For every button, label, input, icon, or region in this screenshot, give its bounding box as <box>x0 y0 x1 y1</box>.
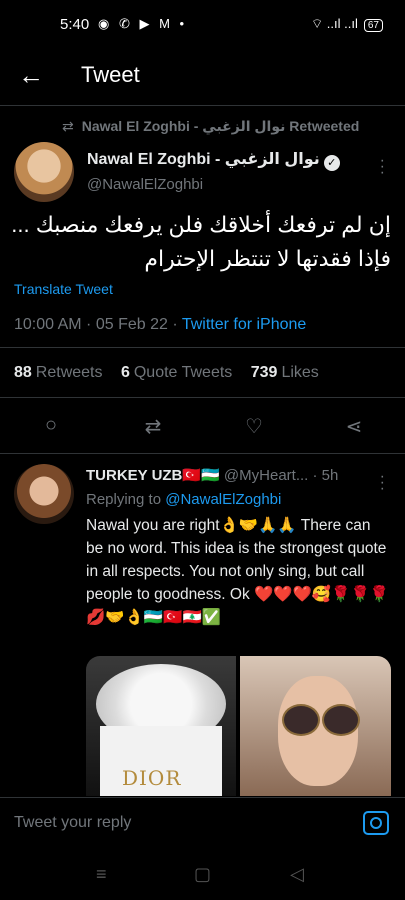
system-navbar: ≡ ▢ ◁ <box>0 850 405 900</box>
reply-author-row[interactable]: TURKEY UZB🇹🇷🇺🇿 @MyHeart... · 5h <box>86 466 338 484</box>
status-bar: 5:40 ◉ ✆ ▶ M • ⌔ ..ıl ..ıl 67 <box>0 0 405 52</box>
reply-avatar[interactable] <box>14 464 74 524</box>
author-name[interactable]: Nawal El Zoghbi - نوال الزغبي <box>87 151 320 168</box>
battery-icon: 67 <box>363 19 383 32</box>
divider <box>0 397 405 398</box>
reply-time: · 5h <box>308 467 339 484</box>
author-avatar[interactable] <box>14 142 74 202</box>
reply-author-name[interactable]: TURKEY UZB🇹🇷🇺🇿 <box>86 467 220 484</box>
translate-tweet-link[interactable]: Translate Tweet <box>14 281 113 297</box>
quote-tweets-count[interactable]: 6 Quote Tweets <box>121 364 232 381</box>
reply-image-flowers[interactable]: DIOR <box>86 656 236 796</box>
top-bar: ← Tweet <box>0 52 405 100</box>
box-logo: DIOR <box>122 766 182 790</box>
reply-author-handle[interactable]: @MyHeart... <box>220 467 308 484</box>
divider <box>0 347 405 348</box>
sunglasses-right <box>322 704 360 736</box>
more-options-icon[interactable]: · · · <box>380 153 385 181</box>
retweets-count[interactable]: 88 Retweets <box>14 364 103 381</box>
tweet-text: إن لم ترفعك أخلاقك فلن يرفعك منصبك ... ف… <box>11 208 391 276</box>
like-icon[interactable]: ♡ <box>242 414 266 438</box>
retweet-icon: ⇄ <box>62 118 74 134</box>
home-icon[interactable]: ▢ <box>194 864 211 885</box>
share-icon[interactable]: ⋖ <box>342 414 366 438</box>
reply-image-portrait[interactable] <box>240 656 391 796</box>
sunglasses-left <box>282 704 320 736</box>
reply-more-options-icon[interactable]: · · · <box>380 469 385 497</box>
tweet-text-line: إن لم ترفعك أخلاقك فلن يرفعك منصبك ... <box>11 212 391 237</box>
page-title: Tweet <box>81 62 140 87</box>
recent-apps-icon[interactable]: ≡ <box>96 864 107 885</box>
verified-icon: ✓ <box>323 155 340 171</box>
nav-back-icon[interactable]: ◁ <box>290 864 304 885</box>
retweet-context: ⇄ Nawal El Zoghbi - نوال الزغبي Retweeted <box>62 118 359 135</box>
retweet-context-label[interactable]: Nawal El Zoghbi - نوال الزغبي Retweeted <box>82 118 360 134</box>
reply-icon[interactable]: ○ <box>39 414 63 438</box>
reply-composer[interactable]: Tweet your reply <box>0 797 405 850</box>
replying-to: Replying to @NawalElZoghbi <box>86 491 281 508</box>
divider <box>0 453 405 454</box>
divider <box>0 105 405 106</box>
back-arrow-icon[interactable]: ← <box>18 60 44 91</box>
tweet-text-line: فإذا فقدتها لا تنتظر الإحترام <box>144 246 391 271</box>
retweet-icon[interactable]: ⇄ <box>141 414 165 438</box>
replying-to-handle[interactable]: @NawalElZoghbi <box>165 491 281 508</box>
replying-to-label: Replying to <box>86 491 166 508</box>
signal-icon: ⌔ ..ıl ..ıl <box>310 16 358 31</box>
reply-input[interactable]: Tweet your reply <box>14 814 131 832</box>
tweet-timestamp[interactable]: 10:00 AM · 05 Feb 22 · <box>14 316 182 333</box>
tweet-meta: 10:00 AM · 05 Feb 22 · Twitter for iPhon… <box>14 316 306 334</box>
camera-icon[interactable] <box>363 811 389 835</box>
likes-count[interactable]: 739 Likes <box>251 364 319 381</box>
status-right: ⌔ ..ıl ..ıl 67 <box>311 16 383 32</box>
tweet-stats: 88 Retweets 6 Quote Tweets 739 Likes <box>14 364 333 382</box>
notification-icons: ◉ ✆ ▶ M • <box>98 16 188 31</box>
author-name-row[interactable]: Nawal El Zoghbi - نوال الزغبي ✓ <box>87 149 340 171</box>
reply-text: Nawal you are right👌🤝🙏🙏 There can be no … <box>86 517 390 626</box>
tweet-source-link[interactable]: Twitter for iPhone <box>182 316 307 333</box>
status-time: 5:40 <box>60 16 90 33</box>
author-handle[interactable]: @NawalElZoghbi <box>87 176 203 193</box>
